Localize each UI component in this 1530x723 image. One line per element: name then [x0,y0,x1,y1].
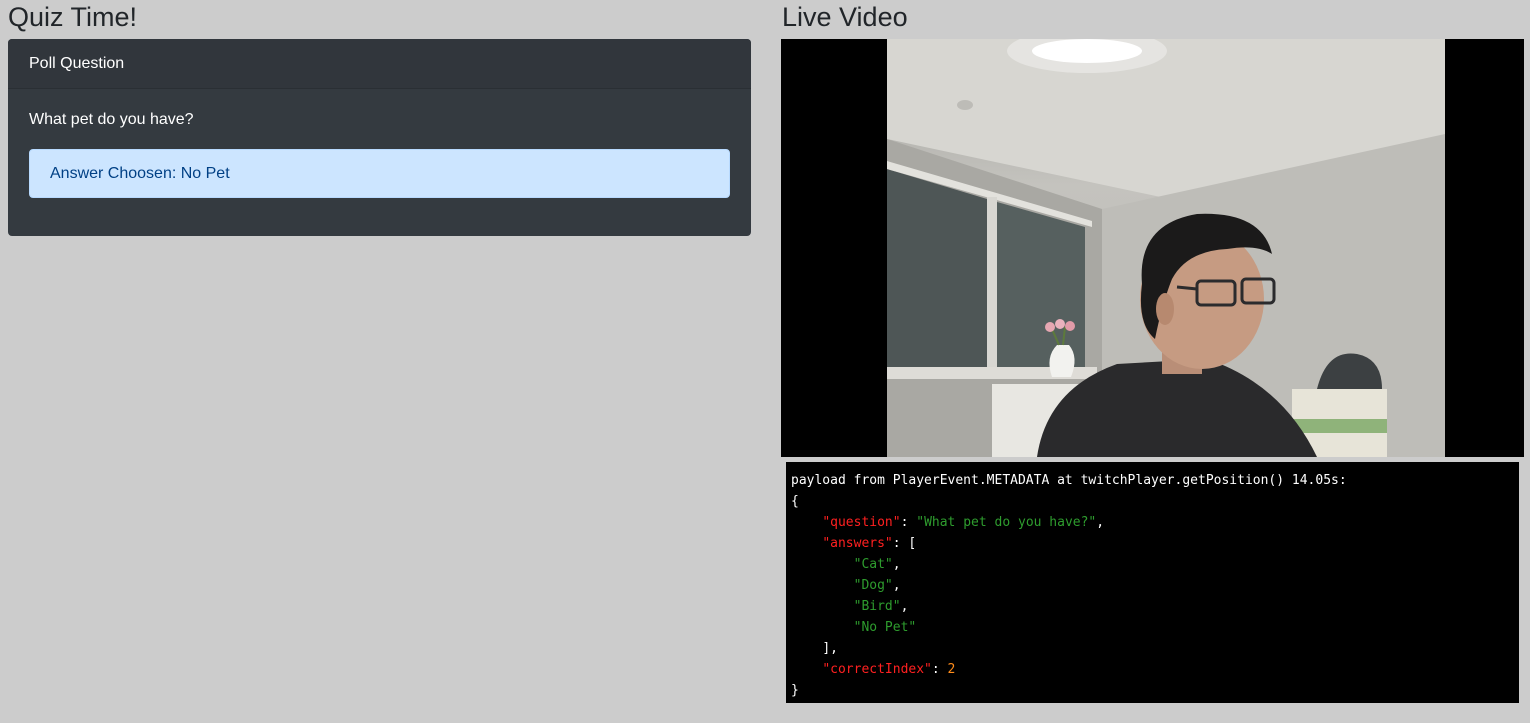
quiz-title: Quiz Time! [8,2,138,32]
video-frame-image [887,39,1445,457]
poll-card: Poll Question What pet do you have? Answ… [8,39,751,236]
poll-card-header: Poll Question [8,39,751,89]
json-answer-item: "Cat", [853,557,901,572]
json-open-bracket: [ [908,536,917,551]
payload-intro: payload from PlayerEvent.METADATA at twi… [791,473,1347,488]
json-correct-index-key: "correctIndex" [822,662,932,677]
json-correct-index-line: "correctIndex": 2 [822,662,956,677]
poll-question-text: What pet do you have? [29,111,194,128]
json-answer-item: "Bird", [853,599,909,614]
json-answer-value: "Dog" [853,578,893,593]
video-player[interactable] [781,39,1524,457]
json-correct-index-value: 2 [947,662,956,677]
json-answer-value: "Cat" [853,557,893,572]
answer-chosen-alert: Answer Choosen: No Pet [29,149,730,198]
json-question-key: "question" [822,515,901,530]
json-answers-key: "answers" [822,536,893,551]
json-close-bracket-line: ], [791,638,1514,659]
json-answer-item: "No Pet" [791,617,1514,638]
live-video-title: Live Video [782,2,908,32]
json-open-brace: { [791,494,799,509]
json-close-bracket: ], [822,641,838,656]
json-close-brace: } [791,683,799,698]
json-question-value: "What pet do you have?" [916,515,1097,530]
json-answers-line: "answers": [ [822,536,917,551]
json-question-line: "question": "What pet do you have?", [822,515,1105,530]
json-answer-item: "Dog", [853,578,901,593]
json-answer-value: "Bird" [853,599,901,614]
json-answer-value: "No Pet" [853,620,917,635]
metadata-payload-panel: payload from PlayerEvent.METADATA at twi… [786,462,1519,703]
